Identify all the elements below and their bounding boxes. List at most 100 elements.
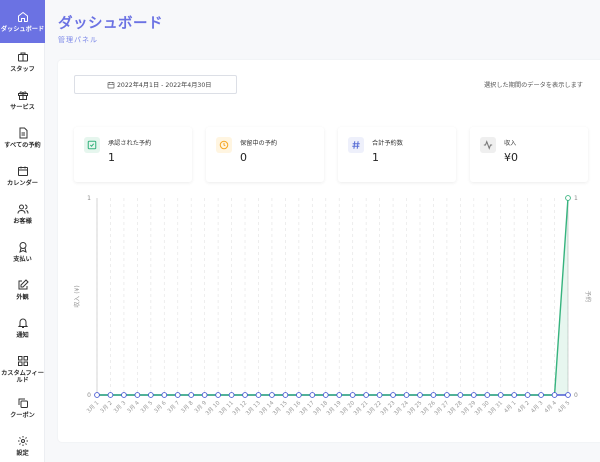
calendar-icon — [17, 166, 28, 176]
x-tick-label: 4月 5 — [556, 399, 571, 414]
sidebar-item-coupons[interactable]: クーポン — [0, 394, 45, 422]
data-point — [538, 392, 544, 398]
data-point — [363, 392, 369, 398]
sidebar: ダッシュボード スタッフ サービス すべての予約 カレンダー お客様 支払い 外… — [0, 0, 45, 462]
sidebar-item-label: サービス — [10, 104, 35, 111]
page-title: ダッシュボード — [58, 16, 163, 32]
data-point — [551, 392, 558, 398]
sidebar-item-calendar[interactable]: カレンダー — [0, 162, 45, 190]
sidebar-item-label: お客様 — [13, 218, 32, 225]
stat-value: 1 — [372, 151, 379, 164]
x-tick-label: 4月 4 — [543, 399, 558, 414]
y-tick-label-right: 0 — [574, 392, 578, 399]
data-point — [228, 392, 235, 398]
hash-icon — [352, 141, 360, 149]
data-point — [457, 392, 464, 398]
sidebar-item-notifications[interactable]: 通知 — [0, 314, 45, 342]
stat-card-approved: 承認された予約 1 — [74, 127, 192, 182]
activity-icon — [483, 140, 493, 150]
data-point — [565, 392, 571, 398]
sidebar-item-label: カスタムフィールド — [1, 369, 44, 384]
data-point — [349, 392, 356, 398]
users-icon — [17, 204, 28, 214]
sidebar-item-payments[interactable]: 支払い — [0, 238, 45, 266]
sidebar-item-label: ダッシュボード — [0, 25, 45, 33]
y-axis-label-right: 予約 — [584, 290, 592, 302]
sidebar-item-label: すべての予約 — [4, 142, 41, 149]
sidebar-item-all-bookings[interactable]: すべての予約 — [0, 124, 45, 152]
sidebar-item-custom-fields[interactable]: カスタムフィールド — [0, 352, 45, 386]
sidebar-item-label: スタッフ — [10, 66, 35, 73]
bell-icon — [17, 318, 28, 328]
edit-icon — [18, 279, 29, 290]
data-point — [121, 392, 127, 398]
data-point — [322, 392, 329, 398]
sidebar-item-label: 支払い — [13, 256, 32, 263]
grid-icon — [17, 355, 28, 366]
data-point — [174, 392, 181, 398]
stat-label: 合計予約数 — [372, 140, 403, 147]
sidebar-item-label: カレンダー — [7, 180, 38, 187]
briefcase-icon — [17, 52, 28, 62]
data-point — [403, 392, 410, 398]
data-point — [484, 392, 491, 398]
data-point — [147, 392, 154, 398]
data-point — [497, 392, 504, 398]
x-tick-label: 4月 3 — [529, 399, 544, 414]
sidebar-item-label: 設定 — [16, 450, 29, 457]
award-icon — [18, 242, 27, 253]
sidebar-item-staff[interactable]: スタッフ — [0, 48, 45, 76]
data-point — [215, 392, 221, 398]
series-area — [97, 198, 568, 395]
data-point — [524, 392, 531, 398]
stat-label: 承認された予約 — [108, 140, 152, 147]
icon-box — [84, 137, 100, 153]
icon-box — [480, 137, 496, 153]
data-point — [470, 392, 477, 398]
sidebar-item-label: 外観 — [16, 294, 29, 301]
sidebar-item-dashboard[interactable]: ダッシュボード — [0, 0, 45, 43]
stat-label: 保留中の予約 — [240, 140, 278, 147]
sidebar-item-customers[interactable]: お客様 — [0, 200, 45, 228]
date-range-text: 2022年4月1日 - 2022年4月30日 — [117, 82, 212, 89]
data-point — [296, 392, 302, 398]
home-icon — [17, 11, 28, 22]
check-square-icon — [87, 140, 97, 150]
sidebar-item-services[interactable]: サービス — [0, 86, 45, 114]
stat-card-total: 合計予約数 1 — [338, 127, 456, 182]
page-subtitle: 管理パネル — [58, 36, 98, 44]
data-point — [565, 195, 571, 201]
data-point — [242, 392, 248, 398]
y-tick-label-right: 1 — [574, 195, 578, 202]
gift-icon — [17, 91, 28, 100]
x-tick-label: 3月 7 — [166, 399, 181, 414]
stat-value: ¥0 — [504, 151, 518, 164]
gear-icon — [17, 436, 28, 446]
data-point — [417, 392, 423, 398]
icon-box — [348, 137, 364, 153]
x-tick-label: 3月 5 — [139, 399, 154, 414]
stat-label: 収入 — [504, 140, 517, 147]
data-point — [282, 392, 289, 398]
stat-value: 1 — [108, 151, 115, 164]
data-point — [444, 392, 450, 398]
x-tick-label: 3月 31 — [487, 399, 505, 417]
data-point — [107, 392, 114, 398]
document-icon — [19, 127, 27, 139]
data-point — [336, 392, 343, 398]
x-tick-label: 4月 2 — [516, 399, 531, 414]
data-point — [269, 392, 275, 398]
x-tick-label: 4月 1 — [503, 399, 518, 414]
x-tick-label: 3月 2 — [99, 399, 114, 414]
data-point — [309, 392, 316, 398]
clock-icon — [219, 140, 229, 150]
calendar-icon — [107, 82, 115, 89]
data-point — [134, 392, 141, 398]
x-tick-label: 3月 3 — [112, 399, 127, 414]
sidebar-item-appearance[interactable]: 外観 — [0, 276, 45, 304]
date-range-picker[interactable]: 2022年4月1日 - 2022年4月30日 — [74, 75, 237, 94]
sidebar-item-settings[interactable]: 設定 — [0, 432, 45, 460]
data-point — [376, 392, 383, 398]
x-tick-label: 3月 4 — [126, 399, 141, 414]
icon-box — [216, 137, 232, 153]
